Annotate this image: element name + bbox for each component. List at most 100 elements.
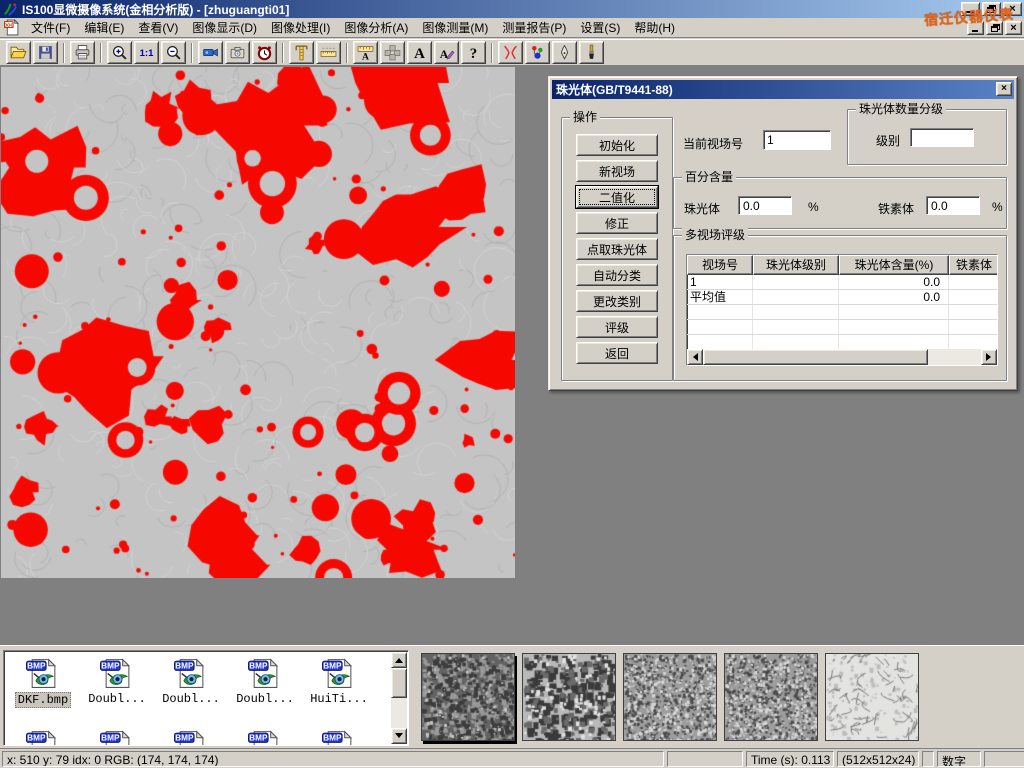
file-item[interactable]: BMPHuiTi... — [302, 653, 376, 725]
menu-image-measure[interactable]: 图像测量(M) — [415, 17, 495, 38]
op-auto-classify-button[interactable]: 自动分类 — [576, 264, 658, 286]
mdi-close-button[interactable]: × — [1005, 21, 1022, 35]
table-cell — [753, 335, 839, 349]
table-row[interactable]: 平均值0.0 — [687, 290, 997, 305]
text-edit-button[interactable]: A — [434, 41, 459, 64]
thumbnail-4[interactable] — [724, 653, 818, 741]
menu-view[interactable]: 查看(V) — [131, 17, 185, 38]
op-change-class-button[interactable]: 更改类别 — [576, 290, 658, 312]
file-item-partial[interactable]: BMP — [80, 725, 154, 745]
dialog-close-button[interactable]: × — [996, 82, 1012, 96]
col-header[interactable]: 铁素体 — [949, 255, 998, 275]
brush-button[interactable] — [579, 41, 604, 64]
micrograph-image[interactable] — [1, 67, 515, 578]
svg-text:BMP: BMP — [175, 662, 194, 671]
pearlite-input[interactable] — [738, 196, 792, 215]
svg-text:BMP: BMP — [27, 734, 46, 743]
thumbnail-3[interactable] — [623, 653, 717, 741]
col-header[interactable]: 珠光体含量(%) — [839, 255, 949, 275]
save-button[interactable] — [33, 41, 58, 64]
table-row[interactable] — [687, 305, 997, 320]
op-grade-button[interactable]: 评级 — [576, 316, 658, 338]
file-item-partial[interactable]: BMP — [6, 725, 80, 745]
color-classify-button[interactable] — [525, 41, 550, 64]
menu-file[interactable]: 文件(F) — [24, 17, 77, 38]
file-item[interactable]: BMPDKF.bmp — [6, 653, 80, 725]
op-correct-button[interactable]: 修正 — [576, 212, 658, 234]
scrollbar-thumb[interactable] — [703, 349, 928, 365]
mdi-restore-button[interactable] — [986, 21, 1003, 35]
file-item[interactable]: BMPDoubl... — [154, 653, 228, 725]
window-controls: × — [961, 2, 1022, 16]
thumbnail-image — [523, 654, 615, 740]
dialog-title: 珠光体(GB/T9441-88) — [556, 81, 673, 98]
op-pick-pearlite-button[interactable]: 点取珠光体 — [576, 238, 658, 260]
file-item[interactable]: BMPDoubl... — [80, 653, 154, 725]
help-button[interactable]: ? — [461, 41, 486, 64]
scroll-left-icon — [689, 353, 698, 361]
pearlite-dialog: 珠光体(GB/T9441-88) × 操作 初始化新视场二值化修正点取珠光体自动… — [548, 76, 1018, 391]
ferrite-input[interactable] — [926, 196, 980, 215]
curve-cut-button[interactable] — [498, 41, 523, 64]
op-return-button[interactable]: 返回 — [576, 342, 658, 364]
open-folder-button[interactable] — [6, 41, 31, 64]
table-cell — [687, 335, 753, 349]
table-row[interactable] — [687, 320, 997, 335]
file-scrollbar-thumb[interactable] — [391, 668, 407, 698]
menu-help[interactable]: 帮助(H) — [627, 17, 682, 38]
bmp-file-icon: BMP — [25, 729, 61, 745]
scroll-left-button[interactable] — [687, 349, 703, 365]
zoom-in-button[interactable] — [107, 41, 132, 64]
scrollbar-track[interactable] — [928, 349, 981, 365]
status-spacer-1 — [667, 751, 743, 767]
menu-settings[interactable]: 设置(S) — [573, 17, 627, 38]
dialog-title-bar: 珠光体(GB/T9441-88) × — [552, 80, 1014, 99]
zoom-out-button[interactable] — [161, 41, 186, 64]
rating-table-body[interactable]: 10.0平均值0.0 — [687, 275, 997, 350]
file-item-partial[interactable]: BMP — [154, 725, 228, 745]
minimize-button[interactable] — [961, 2, 980, 16]
op-initialize-button[interactable]: 初始化 — [576, 134, 658, 156]
photo-camera-button[interactable] — [225, 41, 250, 64]
current-field-input[interactable] — [763, 130, 831, 150]
menu-image-display[interactable]: 图像显示(D) — [185, 17, 264, 38]
scroll-right-button[interactable] — [981, 349, 997, 365]
table-row[interactable] — [687, 335, 997, 350]
timer-clock-button[interactable] — [252, 41, 277, 64]
file-item-partial[interactable]: BMP — [302, 725, 376, 745]
thumbnail-5[interactable] — [825, 653, 919, 741]
col-header[interactable]: 珠光体级别 — [753, 255, 839, 275]
file-item[interactable]: BMPDoubl... — [228, 653, 302, 725]
file-scroll-up-button[interactable] — [391, 652, 407, 668]
table-row[interactable]: 10.0 — [687, 275, 997, 290]
op-binarize-button[interactable]: 二值化 — [576, 186, 658, 208]
thumbnail-1[interactable] — [421, 653, 515, 741]
zoom-in-icon — [111, 44, 128, 61]
file-item-partial[interactable]: BMP — [228, 725, 302, 745]
mdi-minimize-button[interactable] — [967, 21, 984, 35]
menu-measure-report[interactable]: 测量报告(P) — [495, 17, 573, 38]
text-a-button[interactable]: A — [407, 41, 432, 64]
restore-button[interactable] — [982, 2, 1001, 16]
video-camera-button[interactable] — [198, 41, 223, 64]
level-input[interactable] — [910, 128, 974, 147]
pen-point-button[interactable] — [552, 41, 577, 64]
menu-image-analysis[interactable]: 图像分析(A) — [337, 17, 415, 38]
caliper-button[interactable] — [289, 41, 314, 64]
zoom-actual-button[interactable]: 1:1 — [134, 41, 159, 64]
thumbnail-2[interactable] — [522, 653, 616, 741]
menu-image-process[interactable]: 图像处理(I) — [264, 17, 337, 38]
measure-text-button[interactable]: A — [353, 41, 378, 64]
op-new-field-button[interactable]: 新视场 — [576, 160, 658, 182]
merge-grid-button[interactable] — [380, 41, 405, 64]
menu-edit[interactable]: 编辑(E) — [77, 17, 131, 38]
col-header[interactable]: 视场号 — [687, 255, 753, 275]
file-browser: BMPDKF.bmpBMPDoubl...BMPDoubl...BMPDoubl… — [3, 650, 409, 746]
ruler-button[interactable] — [316, 41, 341, 64]
file-scroll-down-button[interactable] — [391, 728, 407, 744]
file-name: HuiTi... — [308, 692, 370, 706]
close-button[interactable]: × — [1003, 2, 1022, 16]
file-name: Doubl... — [234, 692, 296, 706]
close-icon: × — [1009, 3, 1015, 15]
print-button[interactable] — [70, 41, 95, 64]
